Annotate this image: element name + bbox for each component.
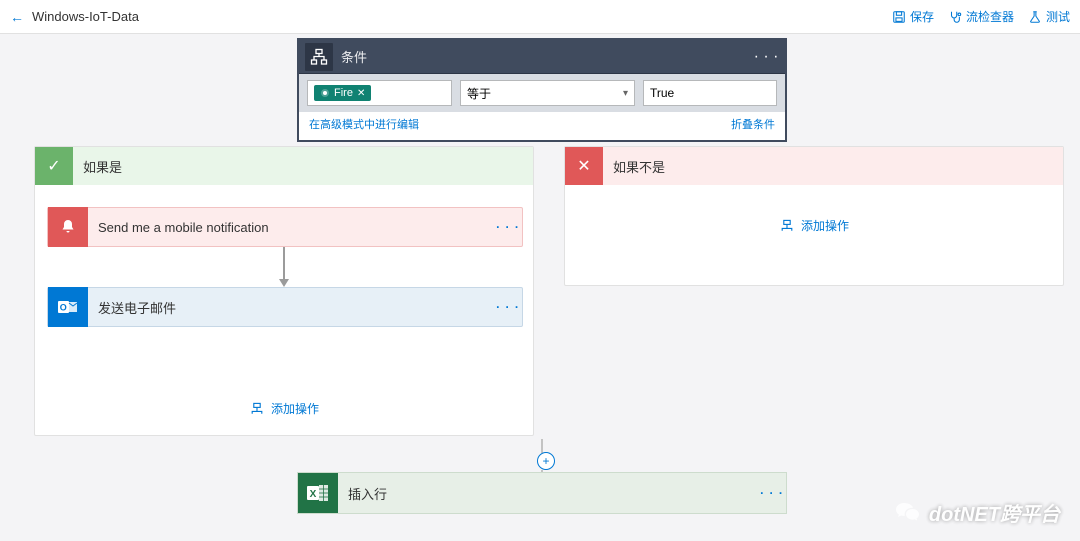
check-icon: ✓ — [35, 147, 73, 185]
bell-icon — [48, 207, 88, 247]
fire-token[interactable]: Fire ✕ — [314, 85, 371, 101]
condition-left-input[interactable]: Fire ✕ — [307, 80, 452, 106]
advanced-mode-link[interactable]: 在高级模式中进行编辑 — [309, 116, 419, 132]
condition-icon — [305, 43, 333, 71]
condition-value-input[interactable]: True — [643, 80, 777, 106]
mail-action[interactable]: O 发送电子邮件 · · · — [47, 287, 523, 327]
branch-yes: ✓ 如果是 Send me a mobile notification · · … — [34, 146, 534, 436]
token-remove[interactable]: ✕ — [357, 88, 365, 99]
insert-row-action[interactable]: X 插入行 · · · — [297, 472, 787, 514]
arrow-connector — [283, 247, 285, 281]
flow-checker-button[interactable]: 流检查器 — [948, 8, 1014, 25]
chevron-down-icon: ▾ — [623, 88, 628, 99]
svg-text:O: O — [60, 303, 67, 313]
save-button[interactable]: 保存 — [892, 8, 934, 25]
wechat-icon — [895, 502, 921, 524]
mail-more[interactable]: · · · — [494, 300, 522, 314]
branch-yes-header: ✓ 如果是 — [35, 147, 533, 185]
notification-more[interactable]: · · · — [494, 220, 522, 234]
condition-body: Fire ✕ 等于 ▾ True — [299, 74, 785, 112]
svg-text:X: X — [310, 489, 317, 500]
add-action-no[interactable]: 添加操作 — [779, 217, 849, 234]
branch-no-header: ✕ 如果不是 — [565, 147, 1063, 185]
condition-more[interactable]: · · · — [753, 48, 779, 66]
flow-title: Windows-IoT-Data — [32, 9, 139, 24]
test-button[interactable]: 测试 — [1028, 8, 1070, 25]
stethoscope-icon — [948, 10, 962, 24]
add-step-button[interactable]: + — [537, 452, 555, 470]
notification-action[interactable]: Send me a mobile notification · · · — [47, 207, 523, 247]
condition-card: 条件 · · · Fire ✕ 等于 ▾ True 在高级模式中进行编辑 折叠条… — [297, 38, 787, 142]
excel-icon: X — [298, 473, 338, 513]
token-icon — [320, 88, 330, 98]
add-step-icon — [779, 219, 795, 233]
add-step-icon — [249, 402, 265, 416]
back-arrow[interactable]: ← — [10, 9, 24, 25]
branch-no: ✕ 如果不是 添加操作 — [564, 146, 1064, 286]
flask-icon — [1028, 10, 1042, 24]
condition-operator-select[interactable]: 等于 ▾ — [460, 80, 635, 106]
outlook-icon: O — [48, 287, 88, 327]
condition-header[interactable]: 条件 · · · — [299, 40, 785, 74]
connector-line — [541, 439, 543, 453]
watermark: dotNET跨平台 — [895, 498, 1060, 527]
save-icon — [892, 10, 906, 24]
condition-title: 条件 — [341, 47, 753, 66]
insert-row-more[interactable]: · · · — [758, 486, 786, 500]
add-action-yes[interactable]: 添加操作 — [249, 400, 319, 417]
close-icon: ✕ — [565, 147, 603, 185]
collapse-condition-link[interactable]: 折叠条件 — [731, 116, 775, 132]
